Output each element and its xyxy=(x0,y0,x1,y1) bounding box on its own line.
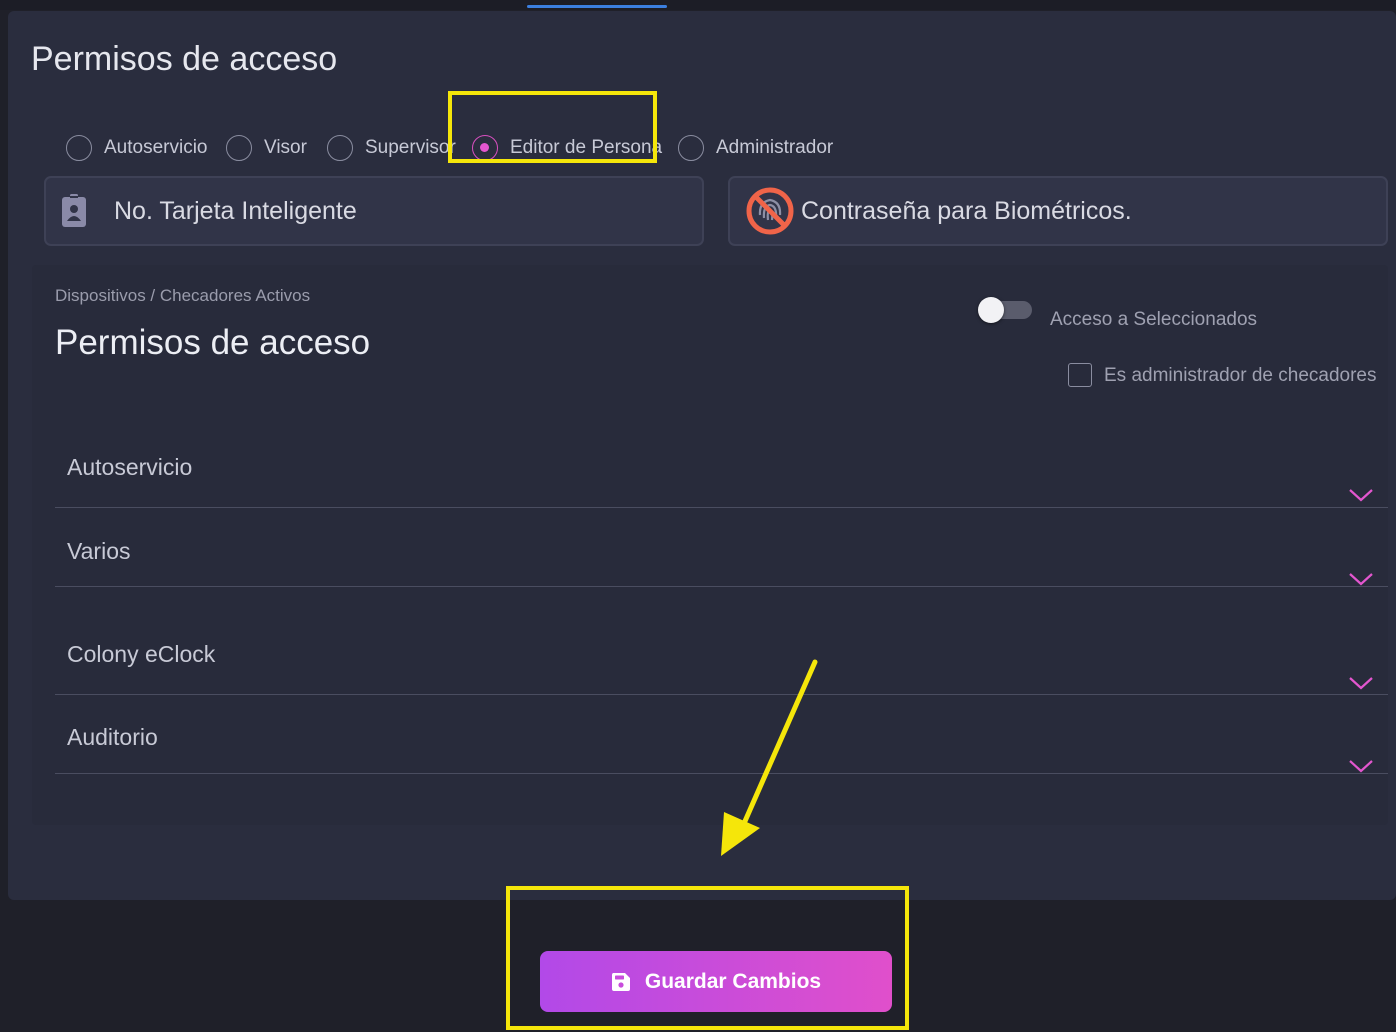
accordion-label-varios: Varios xyxy=(67,538,131,564)
biometric-password-field[interactable]: Contraseña para Biométricos. xyxy=(728,176,1388,246)
page-title: Permisos de acceso xyxy=(31,40,338,78)
role-option-administrador[interactable]: Administrador xyxy=(678,122,833,174)
accordion-label-auditorio: Auditorio xyxy=(67,724,158,750)
accordion-label-colony-eclock: Colony eClock xyxy=(67,641,216,667)
save-changes-button[interactable]: Guardar Cambios xyxy=(540,951,892,1012)
accordion-label-autoservicio: Autoservicio xyxy=(67,454,193,480)
toggle-knob xyxy=(978,297,1004,323)
chevron-down-icon[interactable] xyxy=(1348,675,1374,691)
role-option-visor[interactable]: Visor xyxy=(226,122,307,174)
role-label-editor-de-persona: Editor de Persona xyxy=(510,137,663,158)
chevron-down-icon[interactable] xyxy=(1348,758,1374,774)
top-bar xyxy=(0,0,1396,10)
save-changes-label: Guardar Cambios xyxy=(644,969,822,993)
chevron-down-icon[interactable] xyxy=(1348,571,1374,587)
device-admin-label: Es administrador de checadores xyxy=(1104,365,1377,386)
radio-editor-de-persona[interactable] xyxy=(472,135,498,161)
breadcrumb: Dispositivos / Checadores Activos xyxy=(55,286,311,305)
smart-card-field[interactable]: No. Tarjeta Inteligente xyxy=(44,176,704,246)
role-label-autoservicio: Autoservicio xyxy=(104,137,208,158)
active-tab-indicator xyxy=(527,5,667,8)
radio-visor[interactable] xyxy=(226,135,252,161)
role-option-autoservicio[interactable]: Autoservicio xyxy=(66,122,208,174)
annotation-arrow-icon xyxy=(721,659,818,856)
badge-icon xyxy=(62,194,86,227)
role-label-administrador: Administrador xyxy=(716,137,834,158)
devices-title: Permisos de acceso xyxy=(55,323,371,362)
radio-administrador[interactable] xyxy=(678,135,704,161)
role-label-visor: Visor xyxy=(264,137,307,158)
selected-access-label: Acceso a Seleccionados xyxy=(1050,309,1258,330)
chevron-down-icon[interactable] xyxy=(1348,487,1374,503)
selected-access-toggle[interactable] xyxy=(978,297,1034,323)
role-label-supervisor: Supervisor xyxy=(365,137,456,158)
fingerprint-disabled-icon xyxy=(746,187,794,235)
device-admin-checkbox[interactable] xyxy=(1068,363,1092,387)
role-option-supervisor[interactable]: Supervisor xyxy=(327,122,456,174)
radio-supervisor[interactable] xyxy=(327,135,353,161)
smart-card-label: No. Tarjeta Inteligente xyxy=(114,196,357,225)
accordion-autoservicio[interactable]: Autoservicio xyxy=(55,421,1388,508)
role-option-editor-de-persona[interactable]: Editor de Persona xyxy=(472,122,662,174)
accordion-varios[interactable]: Varios xyxy=(55,508,1388,587)
save-icon xyxy=(611,972,630,991)
radio-autoservicio[interactable] xyxy=(66,135,92,161)
biometric-password-label: Contraseña para Biométricos. xyxy=(801,196,1132,225)
